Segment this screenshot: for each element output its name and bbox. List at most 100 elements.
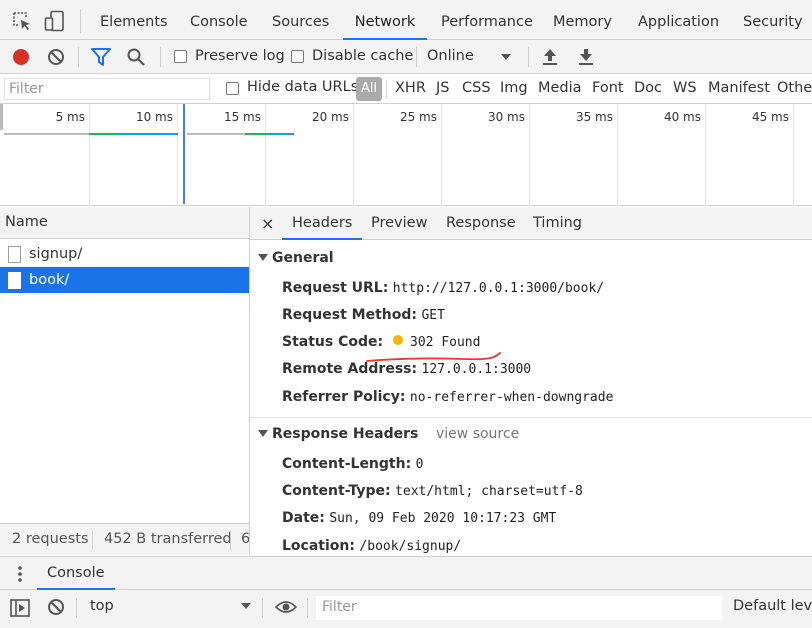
throttling-select[interactable]: Online [427,48,474,64]
details-tab-bar: × Headers Preview Response Timing [250,207,812,240]
hide-data-urls-checkbox[interactable] [226,82,239,95]
timeline-tick: 45 ms [751,110,789,124]
filter-type-img[interactable]: Img [500,80,528,96]
tab-security[interactable]: Security [743,0,803,40]
view-source-link[interactable]: view source [436,426,519,442]
request-bar [245,133,267,135]
filter-type-media[interactable]: Media [538,80,582,96]
close-details-icon[interactable]: × [261,207,274,240]
document-icon [8,272,21,289]
request-row-selected[interactable]: book/ [0,267,249,293]
preserve-log-checkbox[interactable] [174,50,187,63]
drawer-menu-icon[interactable] [17,565,23,583]
name-column-header[interactable]: Name [5,214,48,230]
request-method-label: Request Method: [282,307,417,323]
general-section-toggle[interactable]: General [258,250,334,266]
request-method-row: Request Method: GET [282,304,445,326]
response-headers-toggle[interactable]: Response Headers [258,426,418,442]
tab-response[interactable]: Response [446,207,516,240]
request-name: book/ [29,272,70,288]
timeline-tick: 20 ms [311,110,349,124]
date-row: Date: Sun, 09 Feb 2020 10:17:23 GMT [282,507,556,529]
device-toolbar-icon[interactable] [44,10,66,32]
expand-triangle-icon [258,254,268,261]
request-url-label: Request URL: [282,280,389,296]
filter-type-ws[interactable]: WS [673,80,697,96]
search-icon[interactable] [127,48,145,66]
timeline-left-handle[interactable] [0,104,3,130]
filter-type-xhr[interactable]: XHR [395,80,426,96]
content-type-label: Content-Type: [282,483,391,499]
request-bar [187,133,245,135]
timeline-overview[interactable]: 5 ms 10 ms 15 ms 20 ms 25 ms 30 ms 35 ms… [0,104,812,206]
filter-type-css[interactable]: CSS [462,80,491,96]
timeline-tick: 25 ms [399,110,437,124]
drawer-tab-bar: Console [0,556,812,590]
status-dot-icon [392,335,403,345]
filter-input[interactable]: Filter [4,78,210,100]
request-url-row: Request URL: http://127.0.0.1:3000/book/ [282,277,604,299]
console-toolbar: top Filter Default leve [0,590,812,628]
clear-icon[interactable] [47,48,65,66]
location-value: /book/signup/ [359,539,462,554]
content-length-row: Content-Length: 0 [282,453,423,475]
console-filter-input[interactable]: Filter [316,596,722,620]
filter-type-other[interactable]: Othe [777,80,812,96]
request-bar [118,133,178,135]
status-code-value: 302 Found [410,335,481,350]
drawer-tab-console[interactable]: Console [37,557,115,590]
requests-table-header[interactable]: Name [0,207,249,239]
tab-memory[interactable]: Memory [553,0,612,40]
record-icon[interactable] [11,47,31,67]
tab-headers[interactable]: Headers [282,207,363,240]
content-type-value: text/html; charset=utf-8 [395,484,583,499]
show-sidebar-icon[interactable] [10,599,30,617]
expand-triangle-icon [258,430,268,437]
content-length-value: 0 [415,457,424,472]
requests-list: signup/ book/ [0,240,249,523]
filter-type-all[interactable]: All [356,77,382,101]
location-label: Location: [282,538,355,554]
timeline-tick: 15 ms [223,110,261,124]
tab-sources[interactable]: Sources [272,0,329,40]
tab-performance[interactable]: Performance [441,0,533,40]
date-label: Date: [282,510,325,526]
live-expression-eye-icon[interactable] [275,600,297,614]
clear-console-icon[interactable] [47,598,65,616]
dom-content-loaded-marker [183,104,185,204]
tab-console[interactable]: Console [190,0,248,40]
request-method-value: GET [421,308,445,323]
referrer-policy-value: no-referrer-when-downgrade [409,390,614,405]
filter-type-js[interactable]: JS [436,80,449,96]
general-section-title: General [272,250,334,266]
tab-timing[interactable]: Timing [533,207,582,240]
request-name: signup/ [29,246,83,262]
filter-type-doc[interactable]: Doc [634,80,662,96]
filter-icon[interactable] [91,48,111,66]
context-dropdown-icon[interactable] [240,602,252,610]
red-underline-annotation [366,352,501,362]
request-url-value: http://127.0.0.1:3000/book/ [392,281,605,296]
inspect-element-icon[interactable] [12,11,32,31]
tab-elements[interactable]: Elements [100,0,168,40]
timeline-tick: 30 ms [487,110,525,124]
import-har-icon[interactable] [541,47,559,67]
hide-data-urls-label: Hide data URLs [247,79,359,95]
tab-application[interactable]: Application [638,0,719,40]
tab-preview[interactable]: Preview [371,207,427,240]
disable-cache-label: Disable cache [312,48,414,64]
filter-type-font[interactable]: Font [592,80,624,96]
throttling-dropdown-icon[interactable] [500,53,512,61]
timeline-tick: 5 ms [55,110,85,124]
disable-cache-checkbox[interactable] [291,50,304,63]
preserve-log-label: Preserve log [195,48,285,64]
devtools-tab-bar: Elements Console Sources Network Perform… [0,0,812,40]
log-levels-select[interactable]: Default leve [733,598,812,614]
filter-bar: Filter Hide data URLs All XHR JS CSS Img… [0,74,812,104]
transferred-size: 452 B transferred [104,531,232,547]
filter-type-manifest[interactable]: Manifest [708,80,770,96]
export-har-icon[interactable] [577,47,595,67]
context-select[interactable]: top [90,598,114,614]
tab-network[interactable]: Network [343,0,427,40]
request-row[interactable]: signup/ [0,241,249,267]
